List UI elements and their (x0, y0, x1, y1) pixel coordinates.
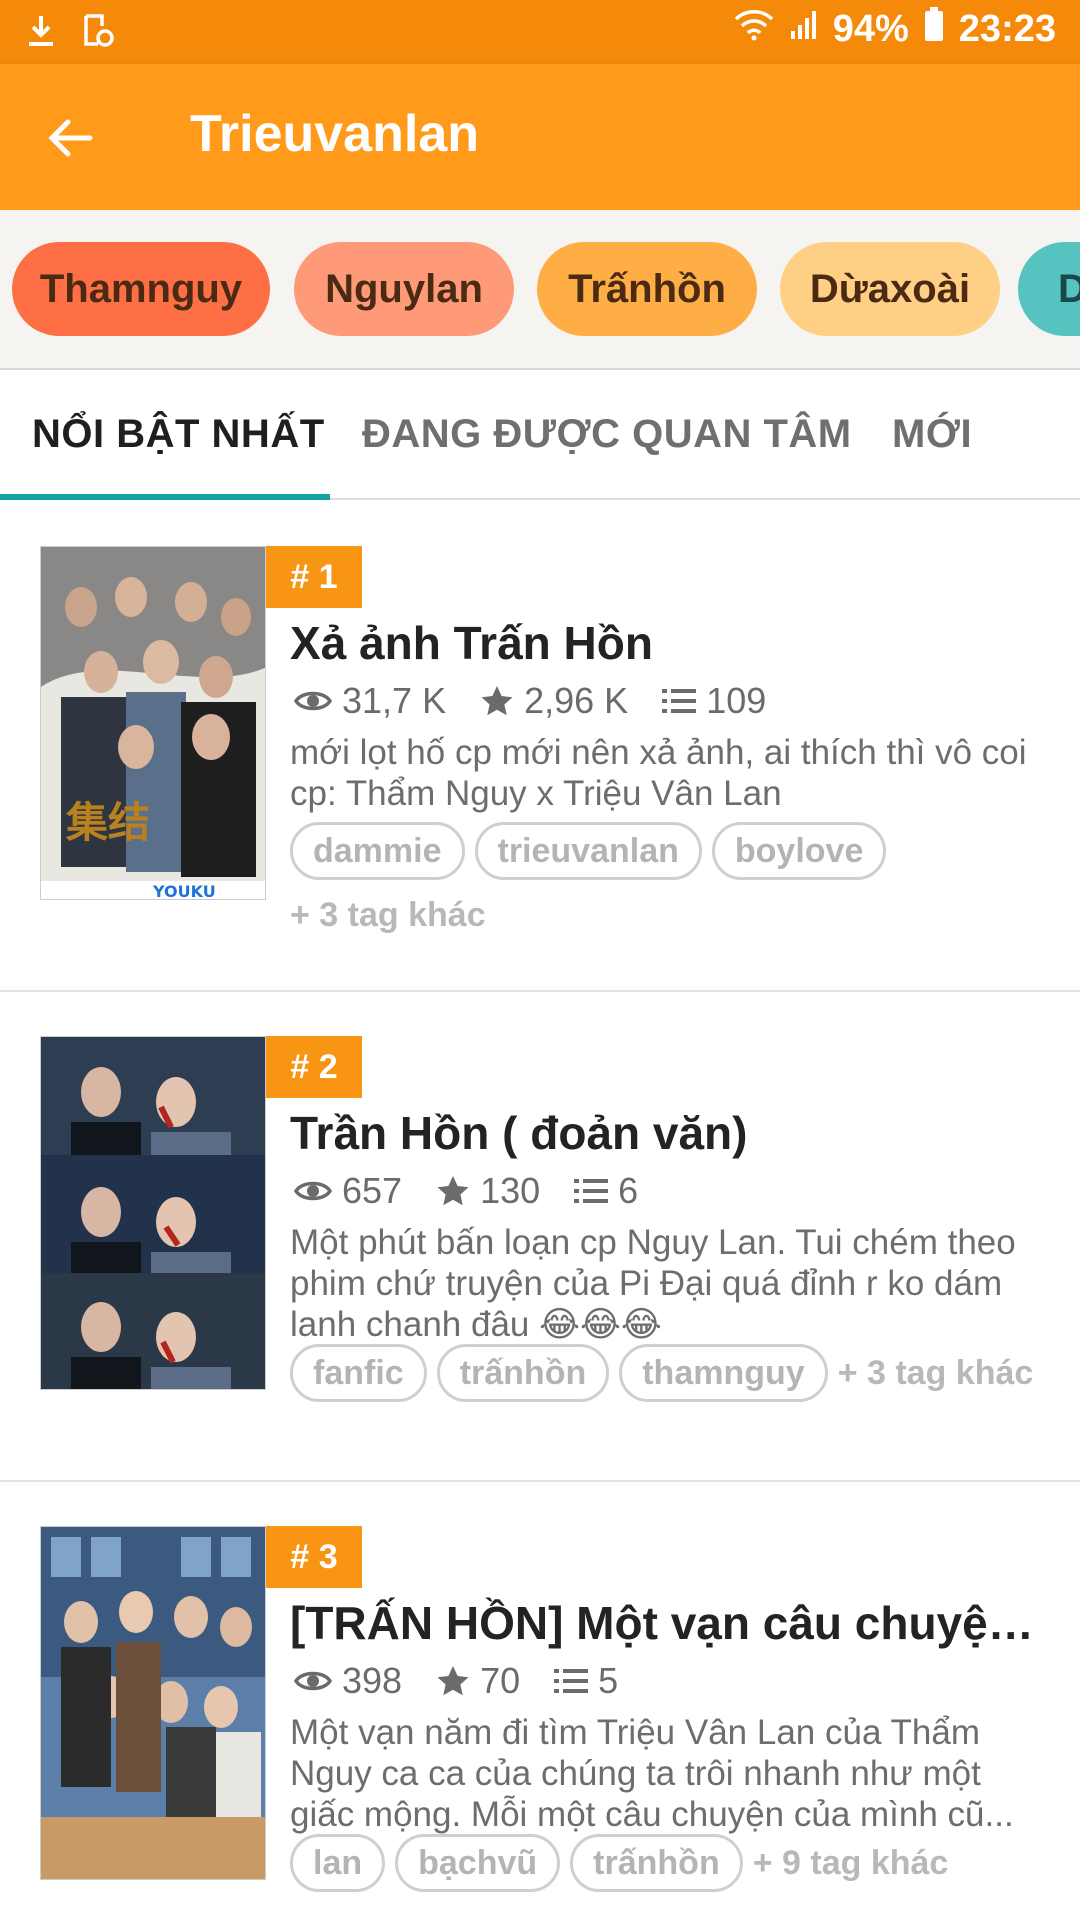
view-count: 398 (294, 1660, 402, 1702)
tag-chip[interactable]: thamnguy (619, 1344, 828, 1402)
tag-chip[interactable]: fanfic (290, 1344, 427, 1402)
eye-icon (294, 1671, 332, 1691)
tag-chip[interactable]: lan (290, 1834, 386, 1892)
rank-badge: # 3 (266, 1526, 362, 1588)
story-description: Một phút bấn loạn cp Nguy Lan. Tui chém … (290, 1223, 1016, 1344)
chip-tranhon[interactable]: Trấnhồn (537, 242, 757, 336)
vote-count-value: 70 (480, 1660, 521, 1701)
eye-icon (294, 1181, 332, 1201)
vote-count: 2,96 K (480, 680, 628, 722)
tag-chip[interactable]: trấnhồn (570, 1834, 743, 1892)
story-title[interactable]: Trần Hồn ( đoản văn) (290, 1106, 1040, 1160)
story-item[interactable]: 集结 YOUKU # 1 Xả ảnh Trấn Hồn 31,7 K 2,96… (0, 502, 1080, 992)
more-tags-link[interactable]: + 9 tag khác (753, 1844, 949, 1883)
chip-partial[interactable]: D (1018, 242, 1080, 336)
view-count-value: 398 (342, 1660, 403, 1701)
app-bar: Trieuvanlan (0, 64, 1080, 210)
tag-chip[interactable]: trieuvanlan (474, 822, 702, 880)
story-item[interactable]: # 2 Trần Hồn ( đoản văn) 657 130 6 Một p… (0, 992, 1080, 1482)
tag-chip[interactable]: boylove (711, 822, 887, 880)
part-count: 109 (662, 680, 766, 722)
svg-text:集结: 集结 (65, 798, 150, 847)
star-icon (437, 1176, 469, 1206)
more-tags-link[interactable]: + 3 tag khác (838, 1354, 1034, 1393)
vote-count: 70 (436, 1660, 520, 1702)
status-bar: 94% 23:23 (0, 0, 1080, 64)
vote-count: 130 (436, 1170, 540, 1212)
story-title[interactable]: [TRẤN HỒN] Một vạn câu chuyện li... (290, 1596, 1040, 1650)
back-button[interactable] (44, 110, 100, 166)
status-left-icons (26, 14, 114, 53)
tag-list: dammie trieuvanlan boylove (290, 822, 896, 880)
arrow-left-icon (48, 119, 93, 157)
part-count-value: 5 (598, 1660, 619, 1701)
tag-list: lan bạchvũ trấnhồn + 9 tag khác (290, 1834, 948, 1892)
story-item[interactable]: # 3 [TRẤN HỒN] Một vạn câu chuyện li... … (0, 1482, 1080, 1920)
rank-badge: # 2 (266, 1036, 362, 1098)
battery-percent: 94% (832, 7, 909, 50)
more-tags-link[interactable]: + 3 tag khác (290, 896, 486, 935)
vote-count-value: 2,96 K (524, 680, 629, 721)
story-cover-image[interactable]: 集结 YOUKU (40, 546, 266, 900)
list-icon (662, 689, 697, 713)
battery-icon (923, 6, 945, 52)
eye-icon (294, 691, 332, 711)
tab-noi-bat-nhat[interactable]: NỔI BẬT NHẤT (32, 412, 325, 457)
tag-chip[interactable]: dammie (290, 822, 465, 880)
tab-bar: NỔI BẬT NHẤT ĐANG ĐƯỢC QUAN TÂM MỚI (0, 370, 1080, 500)
star-icon (481, 686, 513, 716)
clock: 23:23 (958, 7, 1056, 50)
chip-nguylan[interactable]: Nguylan (294, 242, 514, 336)
part-count-value: 6 (618, 1170, 639, 1211)
story-cover-image[interactable] (40, 1526, 266, 1880)
vote-count-value: 130 (480, 1170, 541, 1211)
list-icon (574, 1179, 609, 1203)
story-stats: 31,7 K 2,96 K 109 (294, 680, 800, 722)
story-stats: 398 70 5 (294, 1660, 652, 1702)
tag-chip[interactable]: trấnhồn (436, 1344, 610, 1402)
story-list: 集结 YOUKU # 1 Xả ảnh Trấn Hồn 31,7 K 2,96… (0, 502, 1080, 1920)
list-icon (554, 1669, 589, 1693)
wifi-icon (733, 7, 775, 51)
tag-chip-row[interactable]: Thamnguy Nguylan Trấnhồn Dừaxoài D (0, 210, 1080, 370)
download-icon (26, 14, 56, 53)
tab-dang-duoc-quan-tam[interactable]: ĐANG ĐƯỢC QUAN TÂM (362, 412, 852, 457)
part-count: 6 (574, 1170, 638, 1212)
tag-chip[interactable]: bạchvũ (395, 1834, 561, 1892)
part-count: 5 (554, 1660, 618, 1702)
chip-thamnguy[interactable]: Thamnguy (12, 242, 270, 336)
view-count-value: 657 (342, 1170, 403, 1211)
signal-icon (789, 7, 819, 51)
view-count: 31,7 K (294, 680, 446, 722)
tab-moi[interactable]: MỚI (892, 412, 972, 457)
part-count-value: 109 (706, 680, 767, 721)
page-title: Trieuvanlan (190, 105, 479, 163)
view-count-value: 31,7 K (342, 680, 447, 721)
status-right-icons: 94% 23:23 (733, 6, 1056, 52)
chip-duaxoai[interactable]: Dừaxoài (780, 242, 1000, 336)
view-count: 657 (294, 1170, 402, 1212)
sync-file-icon (82, 14, 114, 53)
svg-text:YOUKU: YOUKU (152, 882, 216, 900)
story-cover-image[interactable] (40, 1036, 266, 1390)
star-icon (437, 1666, 469, 1696)
story-stats: 657 130 6 (294, 1170, 672, 1212)
story-description: mới lọt hố cp mới nên xả ảnh, ai thích t… (290, 733, 1027, 813)
story-description: Một vạn năm đi tìm Triệu Vân Lan của Thẩ… (290, 1713, 1014, 1834)
more-tags-row: + 3 tag khác (290, 896, 486, 935)
active-tab-indicator (0, 494, 330, 500)
tag-list: fanfic trấnhồn thamnguy + 3 tag khác (290, 1344, 1033, 1402)
rank-badge: # 1 (266, 546, 362, 608)
story-title[interactable]: Xả ảnh Trấn Hồn (290, 616, 1040, 670)
